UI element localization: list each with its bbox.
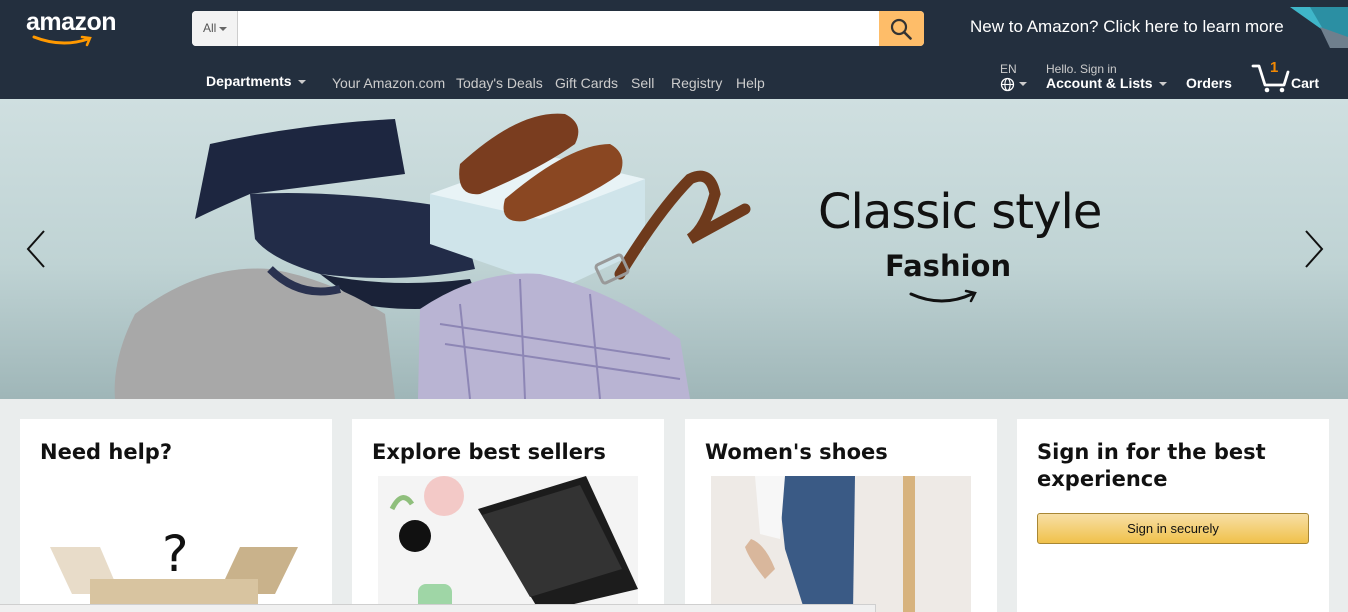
caret-down-icon	[219, 26, 228, 31]
departments-label: Departments	[206, 73, 292, 89]
nav-link-help[interactable]: Help	[736, 75, 765, 91]
cart-label: Cart	[1291, 75, 1320, 91]
caret-down-icon	[1019, 82, 1027, 86]
card-need-help[interactable]: Need help? ?	[20, 419, 332, 612]
language-code: EN	[1000, 62, 1017, 76]
logo-text: amazon	[26, 8, 117, 36]
browser-status-bar	[0, 604, 876, 612]
help-box-image: ?	[50, 525, 298, 612]
cart-button[interactable]: 1 Cart	[1251, 59, 1331, 96]
search-button[interactable]	[879, 11, 924, 46]
account-lists-label: Account & Lists	[1046, 75, 1167, 91]
chevron-left-icon[interactable]	[22, 229, 52, 269]
hero-banner[interactable]: Classic style Fashion	[0, 99, 1348, 399]
account-lists-text: Account & Lists	[1046, 75, 1153, 91]
caret-down-icon	[297, 80, 306, 85]
search-bar: All	[192, 11, 924, 46]
search-category-dropdown[interactable]: All	[192, 11, 238, 46]
account-greeting: Hello. Sign in	[1046, 62, 1117, 76]
hero-subtitle: Fashion	[885, 249, 1012, 283]
smile-arrow-icon	[909, 289, 977, 303]
promo-corner-graphic	[1290, 7, 1348, 48]
search-category-label: All	[203, 21, 217, 35]
card-sign-in: Sign in for the best experience Sign in …	[1017, 419, 1329, 612]
caret-down-icon	[1158, 82, 1167, 87]
search-icon	[890, 18, 912, 40]
search-input[interactable]	[238, 11, 879, 46]
womens-shoes-image	[711, 476, 971, 612]
sign-in-securely-button[interactable]: Sign in securely	[1037, 513, 1309, 544]
nav-link-your-amazon[interactable]: Your Amazon.com	[332, 75, 445, 91]
amazon-logo[interactable]: amazon	[26, 8, 136, 48]
new-customer-promo-link[interactable]: New to Amazon? Click here to learn more	[970, 17, 1284, 37]
orders-link[interactable]: Orders	[1186, 75, 1232, 91]
nav-link-todays-deals[interactable]: Today's Deals	[456, 75, 543, 91]
card-best-sellers[interactable]: Explore best sellers	[352, 419, 664, 612]
svg-text:?: ?	[162, 525, 189, 583]
departments-menu[interactable]: Departments	[206, 73, 306, 89]
nav-link-registry[interactable]: Registry	[671, 75, 722, 91]
cart-count: 1	[1270, 59, 1279, 76]
chevron-right-icon[interactable]	[1300, 229, 1330, 269]
smile-arrow-icon	[32, 35, 92, 47]
nav-link-sell[interactable]: Sell	[631, 75, 654, 91]
hero-title: Classic style	[818, 184, 1102, 240]
hero-fashion-image	[114, 113, 751, 399]
nav-link-gift-cards[interactable]: Gift Cards	[555, 75, 618, 91]
card-title: Sign in for the best experience	[1037, 440, 1266, 491]
card-womens-shoes[interactable]: Women's shoes	[685, 419, 997, 612]
globe-icon	[1000, 77, 1015, 92]
language-selector[interactable]: EN	[999, 62, 1033, 96]
laptop-desk-image	[378, 476, 638, 612]
